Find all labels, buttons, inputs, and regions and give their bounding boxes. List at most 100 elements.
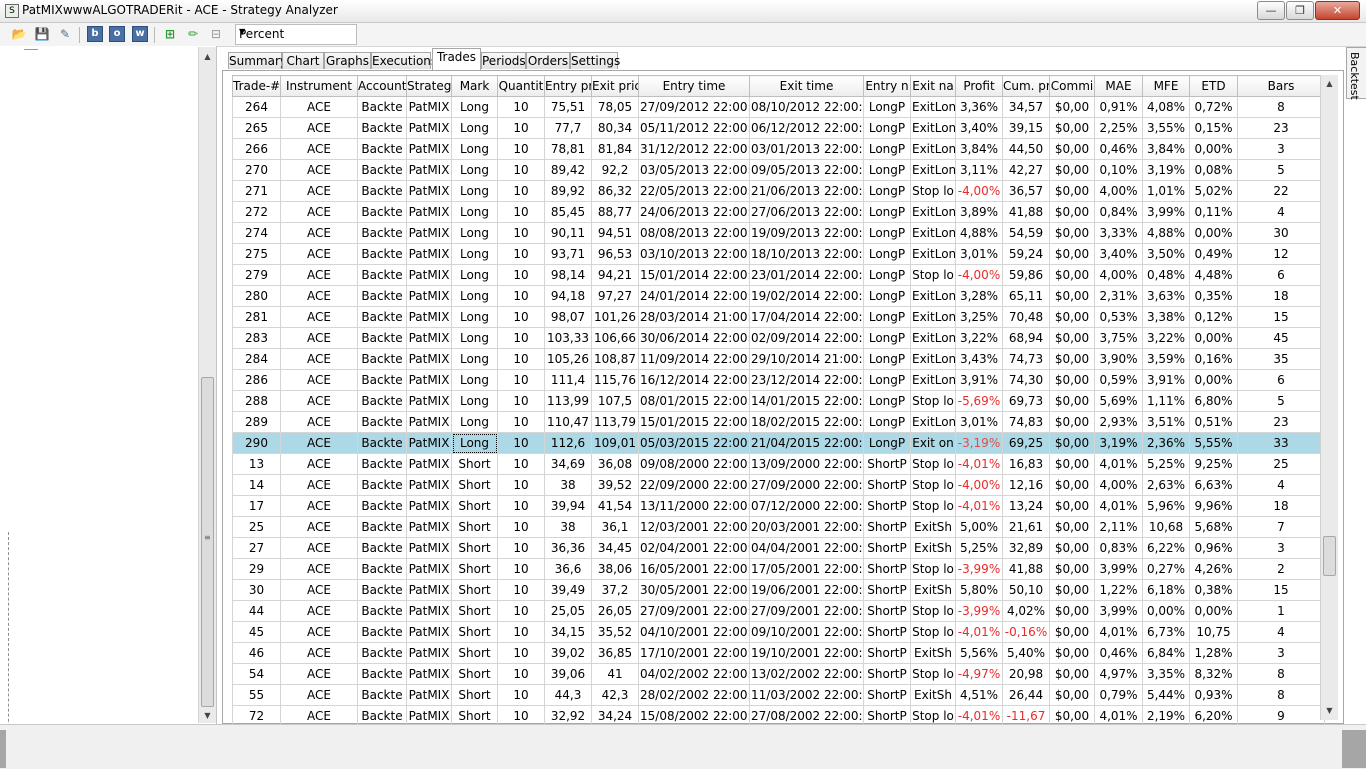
- table-row[interactable]: 275 ACE Backte PatMIX Long 10 93,71 96,53 03/10/…: [232, 243, 1325, 265]
- table-cell: 3,63%: [1142, 285, 1190, 307]
- open-folder-icon[interactable]: 📂: [11, 26, 27, 42]
- table-cell: 10: [497, 96, 545, 118]
- scroll-up-icon[interactable]: ▲: [199, 50, 216, 64]
- scroll-thumb[interactable]: ≡: [201, 377, 214, 707]
- tab-chart[interactable]: Chart: [282, 52, 324, 69]
- table-row[interactable]: 44 ACE Backte PatMIX Short 10 25,05 26,05 27/09/…: [232, 600, 1325, 622]
- table-cell: ACE: [280, 201, 358, 223]
- column-header-profit[interactable]: Profit: [955, 75, 1003, 97]
- left-pane-scrollbar[interactable]: ▲ ≡ ▼: [198, 47, 216, 723]
- table-row[interactable]: 27 ACE Backte PatMIX Short 10 36,36 34,45 02/04/…: [232, 537, 1325, 559]
- table-row[interactable]: 29 ACE Backte PatMIX Short 10 36,6 38,06 16/05/2…: [232, 558, 1325, 580]
- table-row[interactable]: 25 ACE Backte PatMIX Short 10 38 36,1 12/03/2001…: [232, 516, 1325, 538]
- column-header-mfe[interactable]: MFE: [1142, 75, 1190, 97]
- b-button[interactable]: b: [87, 26, 103, 42]
- tab-graphs[interactable]: Graphs: [324, 52, 371, 69]
- column-header-account[interactable]: Account: [357, 75, 407, 97]
- table-row[interactable]: 55 ACE Backte PatMIX Short 10 44,3 42,3 28/02/20…: [232, 684, 1325, 706]
- table-row[interactable]: 290 ACE Backte PatMIX Long 10 112,6 109,01 05/03…: [232, 432, 1325, 454]
- table-cell: ExitLon: [910, 306, 956, 328]
- display-mode-select[interactable]: Percent ▼: [235, 24, 357, 45]
- table-cell: 10: [497, 579, 545, 601]
- table-row[interactable]: 286 ACE Backte PatMIX Long 10 111,4 115,76 16/12…: [232, 369, 1325, 391]
- table-cell: 2,63%: [1142, 474, 1190, 496]
- table-row[interactable]: 45 ACE Backte PatMIX Short 10 34,15 35,52 04/10/…: [232, 621, 1325, 643]
- table-row[interactable]: 270 ACE Backte PatMIX Long 10 89,42 92,2 03/05/2…: [232, 159, 1325, 181]
- table-row[interactable]: 266 ACE Backte PatMIX Long 10 78,81 81,84 31/12/…: [232, 138, 1325, 160]
- scroll-up-icon[interactable]: ▲: [1321, 77, 1338, 91]
- tab-executions[interactable]: Executions: [371, 52, 437, 69]
- table-row[interactable]: 46 ACE Backte PatMIX Short 10 39,02 36,85 17/10/…: [232, 642, 1325, 664]
- tab-periods[interactable]: Periods: [481, 52, 526, 69]
- table-row[interactable]: 274 ACE Backte PatMIX Long 10 90,11 94,51 08/08/…: [232, 222, 1325, 244]
- table-row[interactable]: 279 ACE Backte PatMIX Long 10 98,14 94,21 15/01/…: [232, 264, 1325, 286]
- table-cell: 69,73: [1002, 390, 1050, 412]
- column-header-mark[interactable]: Mark: [451, 75, 498, 97]
- column-header-bars[interactable]: Bars: [1237, 75, 1325, 97]
- column-header-commi[interactable]: Commi: [1049, 75, 1095, 97]
- close-icon[interactable]: ✕: [1315, 1, 1360, 20]
- column-header-entry-time[interactable]: Entry time: [638, 75, 750, 97]
- table-row[interactable]: 289 ACE Backte PatMIX Long 10 110,47 113,79 15/0…: [232, 411, 1325, 433]
- table-row[interactable]: 264 ACE Backte PatMIX Long 10 75,51 78,05 27/09/…: [232, 96, 1325, 118]
- table-cell: ExitLon: [910, 285, 956, 307]
- table-cell: 18: [1237, 285, 1325, 307]
- tab-backtest[interactable]: Backtest: [1346, 47, 1366, 100]
- scroll-down-icon[interactable]: ▼: [1321, 704, 1338, 718]
- table-cell: ExitLon: [910, 138, 956, 160]
- table-row[interactable]: 54 ACE Backte PatMIX Short 10 39,06 41 04/02/200…: [232, 663, 1325, 685]
- column-header-exit-time[interactable]: Exit time: [749, 75, 864, 97]
- tab-orders[interactable]: Orders: [526, 52, 570, 69]
- table-cell: $0,00: [1049, 348, 1095, 370]
- table-cell: 98,07: [544, 306, 592, 328]
- table-cell: 9,25%: [1189, 453, 1238, 475]
- table-row[interactable]: 265 ACE Backte PatMIX Long 10 77,7 80,34 05/11/2…: [232, 117, 1325, 139]
- report-icon[interactable]: ✎: [57, 26, 73, 42]
- column-header-instrument[interactable]: Instrument: [280, 75, 358, 97]
- table-cell: PatMIX: [406, 432, 452, 454]
- grid-scrollbar[interactable]: ▲ ▼: [1320, 75, 1338, 720]
- remove-icon[interactable]: ⊟: [208, 26, 224, 42]
- table-cell: 78,81: [544, 138, 592, 160]
- w-button[interactable]: w: [132, 26, 148, 42]
- column-header-exit-pric[interactable]: Exit pric: [591, 75, 639, 97]
- o-button[interactable]: o: [109, 26, 125, 42]
- tab-summary[interactable]: Summary: [228, 52, 287, 69]
- table-row[interactable]: 14 ACE Backte PatMIX Short 10 38 39,52 22/09/200…: [232, 474, 1325, 496]
- table-row[interactable]: 284 ACE Backte PatMIX Long 10 105,26 108,87 11/0…: [232, 348, 1325, 370]
- table-row[interactable]: 280 ACE Backte PatMIX Long 10 94,18 97,27 24/01/…: [232, 285, 1325, 307]
- tab-settings[interactable]: Settings: [570, 52, 620, 69]
- table-cell: 09/10/2001 22:00:00: [749, 621, 864, 643]
- table-row[interactable]: 281 ACE Backte PatMIX Long 10 98,07 101,26 28/03…: [232, 306, 1325, 328]
- scroll-thumb[interactable]: [1323, 536, 1336, 576]
- column-header-etd[interactable]: ETD: [1189, 75, 1238, 97]
- table-row[interactable]: 283 ACE Backte PatMIX Long 10 103,33 106,66 30/0…: [232, 327, 1325, 349]
- column-header-entry-n[interactable]: Entry n: [863, 75, 911, 97]
- column-header-exit-na[interactable]: Exit na: [910, 75, 956, 97]
- minimize-icon[interactable]: —: [1257, 1, 1285, 20]
- tab-trades[interactable]: Trades: [432, 48, 481, 70]
- save-icon[interactable]: 💾: [34, 26, 50, 42]
- maximize-icon[interactable]: ❐: [1286, 1, 1314, 20]
- add-icon[interactable]: ⊞: [162, 26, 178, 42]
- table-cell: 34,69: [544, 453, 592, 475]
- table-cell: ACE: [280, 348, 358, 370]
- column-header-mae[interactable]: MAE: [1094, 75, 1143, 97]
- table-row[interactable]: 30 ACE Backte PatMIX Short 10 39,49 37,2 30/05/2…: [232, 579, 1325, 601]
- table-row[interactable]: 17 ACE Backte PatMIX Short 10 39,94 41,54 13/11/…: [232, 495, 1325, 517]
- table-cell: 10: [497, 390, 545, 412]
- column-header-quantit[interactable]: Quantit: [497, 75, 545, 97]
- table-cell: 0,59%: [1094, 369, 1143, 391]
- column-header-cum-pr[interactable]: Cum. pr: [1002, 75, 1050, 97]
- column-header-strateg[interactable]: Strateg: [406, 75, 452, 97]
- table-cell: 103,33: [544, 327, 592, 349]
- column-header-entry-pr[interactable]: Entry pr: [544, 75, 592, 97]
- table-row[interactable]: 13 ACE Backte PatMIX Short 10 34,69 36,08 09/08/…: [232, 453, 1325, 475]
- scroll-down-icon[interactable]: ▼: [199, 709, 216, 723]
- table-cell: 3,91%: [955, 369, 1003, 391]
- edit-icon[interactable]: ✏: [185, 26, 201, 42]
- table-row[interactable]: 272 ACE Backte PatMIX Long 10 85,45 88,77 24/06/…: [232, 201, 1325, 223]
- table-row[interactable]: 271 ACE Backte PatMIX Long 10 89,92 86,32 22/05/…: [232, 180, 1325, 202]
- table-row[interactable]: 288 ACE Backte PatMIX Long 10 113,99 107,5 08/01…: [232, 390, 1325, 412]
- column-header-trade[interactable]: Trade-#: [232, 75, 281, 97]
